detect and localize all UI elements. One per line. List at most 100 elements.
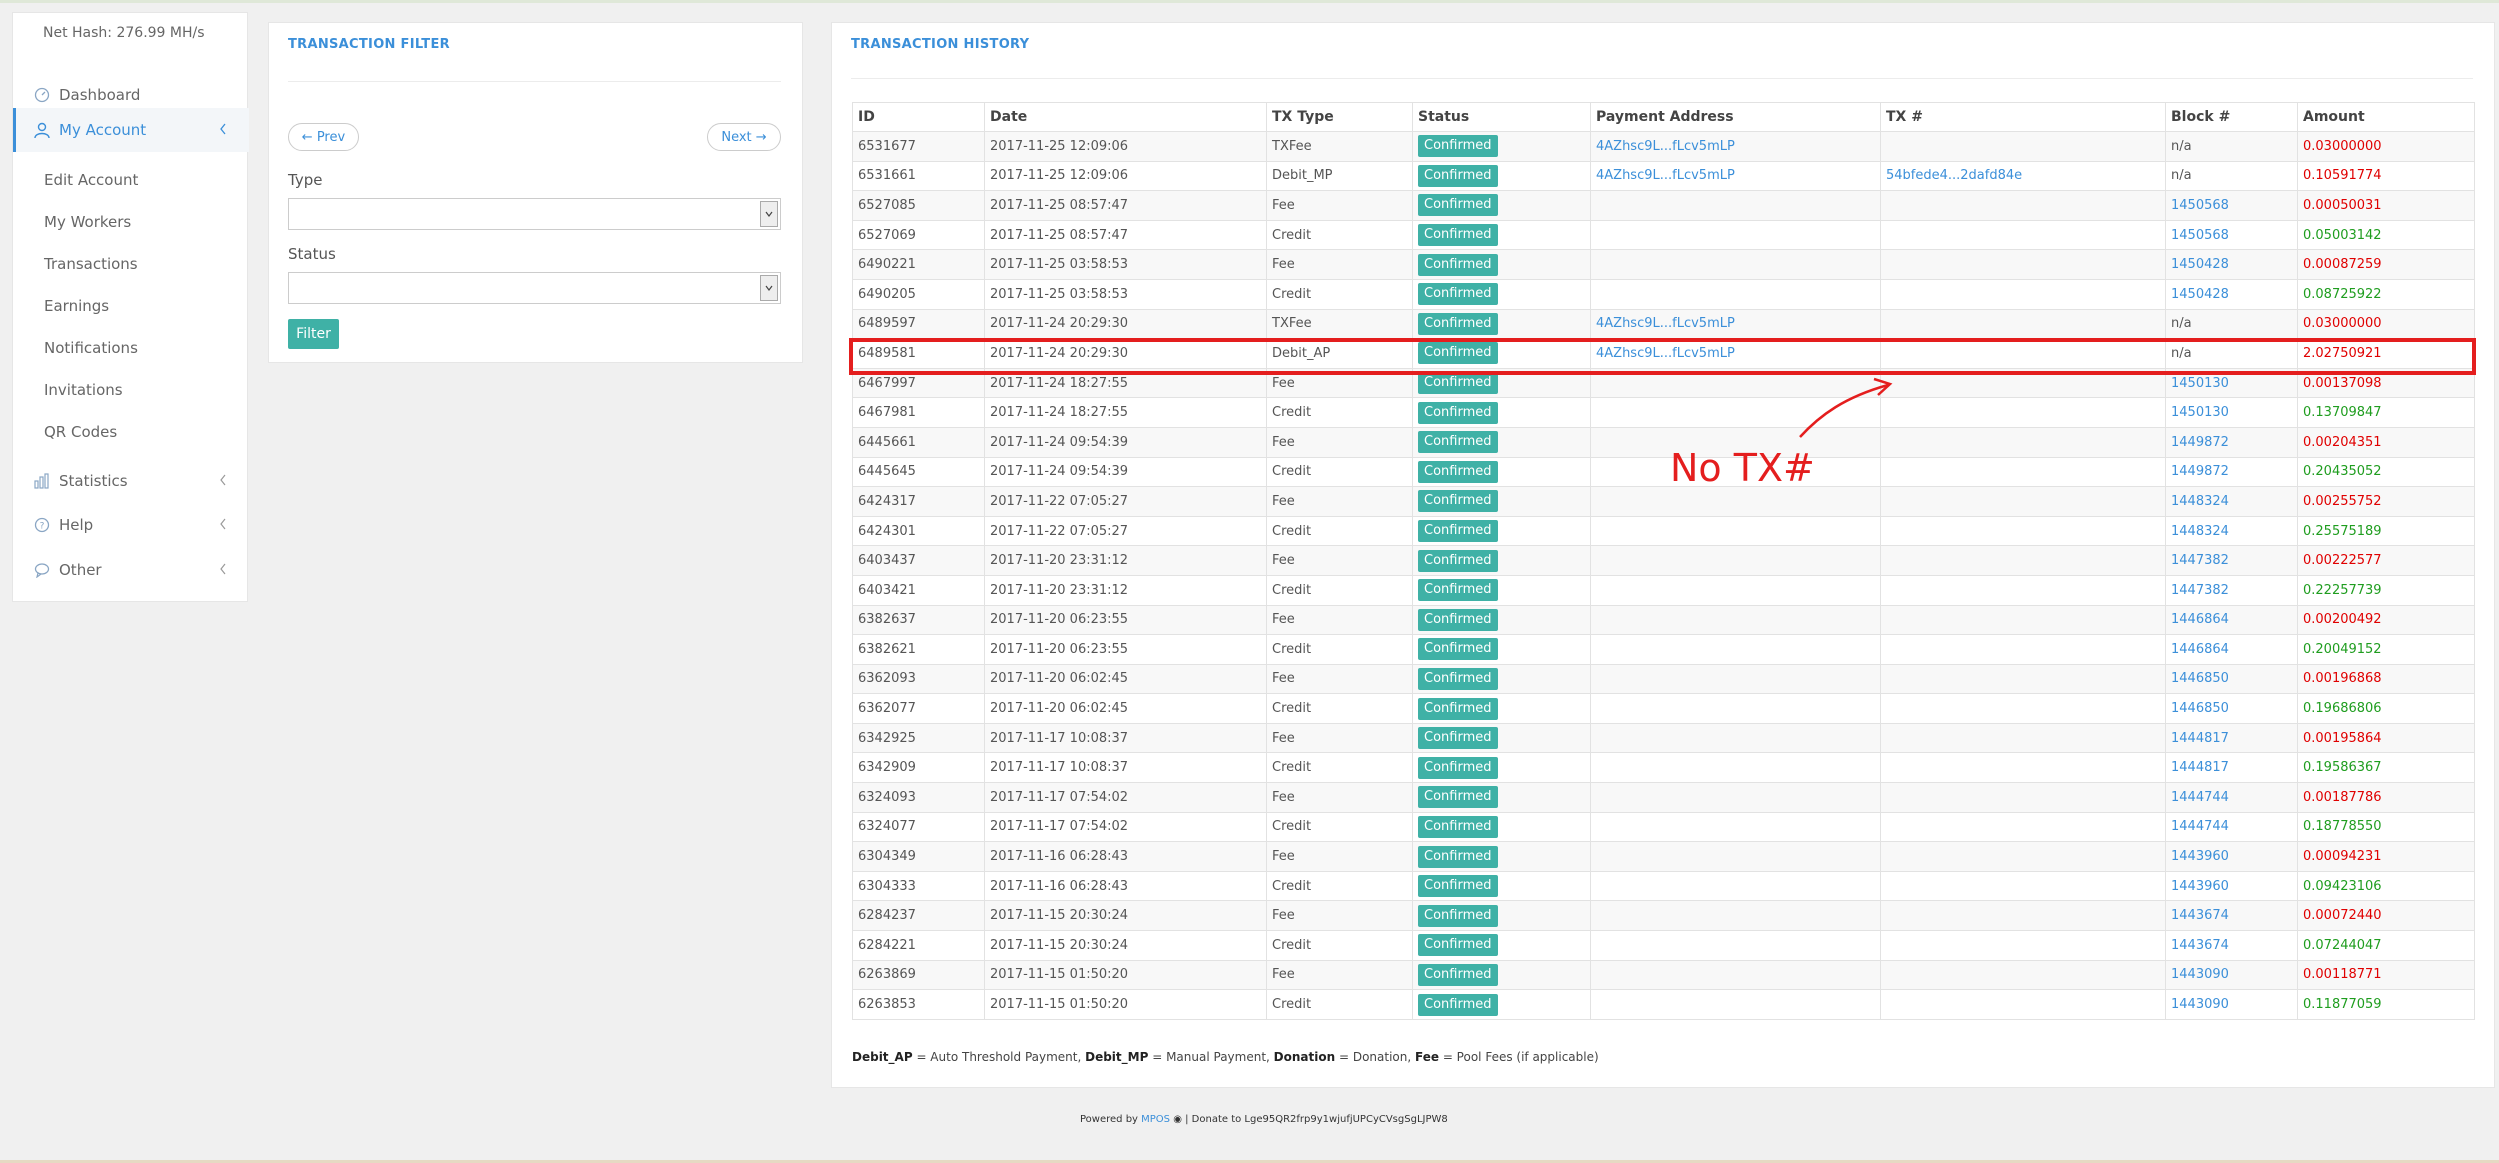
column-header-amount[interactable]: Amount — [2297, 102, 2475, 132]
cell-block-number-value[interactable]: 1443090 — [2171, 997, 2229, 1012]
cell-amount-value: 0.25575189 — [2303, 523, 2382, 539]
cell-date-value: 2017-11-20 23:31:12 — [990, 582, 1129, 598]
column-header-status[interactable]: Status — [1412, 102, 1591, 132]
cell-payment-address — [1590, 752, 1881, 784]
sidebar-item-edit-account[interactable]: Edit Account — [44, 171, 138, 189]
cell-date: 2017-11-20 06:23:55 — [984, 634, 1267, 665]
column-header-block-number[interactable]: Block # — [2165, 102, 2298, 132]
cell-tx-type-value: Credit — [1272, 286, 1312, 302]
cell-block-number-value[interactable]: 1446864 — [2171, 642, 2229, 657]
status-badge: Confirmed — [1418, 372, 1498, 395]
nav-dashboard[interactable]: Dashboard — [13, 78, 249, 112]
sidebar-item-qr-codes[interactable]: QR Codes — [44, 423, 117, 441]
cell-id: 6304349 — [852, 841, 985, 872]
cell-tx-number — [1880, 752, 2166, 784]
cell-block-number-value[interactable]: 1447382 — [2171, 583, 2229, 598]
type-select[interactable] — [288, 198, 781, 230]
cell-id: 6362077 — [852, 693, 985, 724]
cell-block-number: 1443960 — [2165, 841, 2298, 872]
cell-block-number-value[interactable]: 1446864 — [2171, 612, 2229, 627]
cell-block-number-value[interactable]: 1444817 — [2171, 760, 2229, 775]
sidebar-item-invitations[interactable]: Invitations — [44, 381, 123, 399]
cell-block-number-value[interactable]: 1444744 — [2171, 790, 2229, 805]
cell-amount: 0.00087259 — [2297, 249, 2475, 280]
column-header-date[interactable]: Date — [984, 102, 1267, 132]
column-header-tx-number[interactable]: TX # — [1880, 102, 2166, 132]
cell-block-number-value[interactable]: 1446850 — [2171, 671, 2229, 686]
user-icon — [33, 121, 51, 139]
cell-date: 2017-11-17 10:08:37 — [984, 752, 1267, 784]
cell-block-number-value[interactable]: 1443960 — [2171, 879, 2229, 894]
sidebar-item-earnings[interactable]: Earnings — [44, 297, 109, 315]
cell-tx-number — [1880, 870, 2166, 902]
cell-block-number: 1448324 — [2165, 486, 2298, 517]
cell-id: 6490221 — [852, 249, 985, 280]
cell-tx-type: Credit — [1266, 870, 1413, 902]
cell-block-number-value[interactable]: 1443674 — [2171, 908, 2229, 923]
cell-block-number-value[interactable]: 1443090 — [2171, 967, 2229, 982]
nav-help[interactable]: ? Help — [13, 508, 249, 542]
status-badge: Confirmed — [1418, 549, 1498, 572]
help-icon: ? — [33, 516, 51, 534]
cell-block-number-value[interactable]: 1446850 — [2171, 701, 2229, 716]
cell-amount-value: 0.00050031 — [2303, 197, 2382, 213]
cell-tx-number-value[interactable]: 54bfede4...2dafd84e — [1886, 168, 2022, 183]
cell-block-number-value[interactable]: 1448324 — [2171, 494, 2229, 509]
column-header-payment-address[interactable]: Payment Address — [1590, 102, 1881, 132]
cell-block-number-value[interactable]: 1444744 — [2171, 819, 2229, 834]
cell-block-number-value[interactable]: 1450568 — [2171, 198, 2229, 213]
cell-tx-type: Credit — [1266, 515, 1413, 547]
cell-block-number-value[interactable]: 1450428 — [2171, 257, 2229, 272]
cell-block-number-value[interactable]: 1450130 — [2171, 376, 2229, 391]
prev-button[interactable]: ← Prev — [288, 123, 359, 151]
cell-block-number: 1446864 — [2165, 634, 2298, 665]
table-row: 6342925 2017-11-17 10:08:37 Fee Confirmed 14… — [852, 722, 2475, 754]
cell-block-number-value[interactable]: 1449872 — [2171, 435, 2229, 450]
cell-block-number-value[interactable]: 1447382 — [2171, 553, 2229, 568]
cell-payment-address-value[interactable]: 4AZhsc9L...fLcv5mLP — [1596, 139, 1735, 154]
nav-other-label: Other — [59, 561, 102, 579]
table-row: 6445661 2017-11-24 09:54:39 Fee Confirmed 14… — [852, 426, 2475, 458]
legend-desc: = Manual Payment, — [1148, 1050, 1274, 1064]
cell-status: Confirmed — [1412, 900, 1591, 932]
next-button[interactable]: Next → — [707, 123, 781, 151]
cell-block-number-value[interactable]: 1444817 — [2171, 731, 2229, 746]
mpos-link[interactable]: MPOS — [1141, 1114, 1170, 1125]
cell-block-number-value[interactable]: 1450130 — [2171, 405, 2229, 420]
sidebar-item-transactions[interactable]: Transactions — [44, 255, 138, 273]
cell-amount: 0.00195864 — [2297, 722, 2475, 754]
cell-payment-address-value[interactable]: 4AZhsc9L...fLcv5mLP — [1596, 316, 1735, 331]
cell-id-value: 6263853 — [858, 997, 916, 1013]
cell-date-value: 2017-11-20 23:31:12 — [990, 553, 1129, 569]
sidebar-item-notifications[interactable]: Notifications — [44, 339, 138, 357]
legend-key: Donation — [1273, 1050, 1336, 1064]
cell-id: 6284237 — [852, 900, 985, 932]
cell-tx-number — [1880, 959, 2166, 991]
column-header-id[interactable]: ID — [852, 102, 985, 132]
sidebar-item-my-workers[interactable]: My Workers — [44, 213, 131, 231]
cell-amount: 0.22257739 — [2297, 574, 2475, 606]
cell-id-value: 6382621 — [858, 641, 916, 657]
cell-block-number: 1449872 — [2165, 456, 2298, 488]
cell-payment-address-value[interactable]: 4AZhsc9L...fLcv5mLP — [1596, 168, 1735, 183]
nav-my-account[interactable]: My Account — [13, 108, 249, 152]
cell-block-number-value[interactable]: 1448324 — [2171, 524, 2229, 539]
cell-block-number-value[interactable]: 1450568 — [2171, 228, 2229, 243]
filter-button[interactable]: Filter — [288, 319, 339, 349]
cell-tx-type: Fee — [1266, 900, 1413, 932]
cell-tx-number — [1880, 811, 2166, 843]
cell-block-number-value[interactable]: 1443674 — [2171, 938, 2229, 953]
cell-tx-number — [1880, 397, 2166, 428]
nav-other[interactable]: Other — [13, 553, 249, 587]
column-header-tx-type[interactable]: TX Type — [1266, 102, 1413, 132]
nav-statistics[interactable]: Statistics — [13, 464, 249, 498]
cell-block-number-value[interactable]: 1449872 — [2171, 464, 2229, 479]
cell-status: Confirmed — [1412, 574, 1591, 606]
cell-tx-type: Debit_MP — [1266, 160, 1413, 192]
cell-block-number-value[interactable]: 1450428 — [2171, 287, 2229, 302]
cell-tx-type: Credit — [1266, 456, 1413, 488]
cell-block-number-value[interactable]: 1443960 — [2171, 849, 2229, 864]
cell-tx-type: Credit — [1266, 930, 1413, 961]
status-select[interactable] — [288, 272, 781, 304]
table-header-row: ID Date TX Type Status Payment Address T… — [852, 102, 2475, 132]
